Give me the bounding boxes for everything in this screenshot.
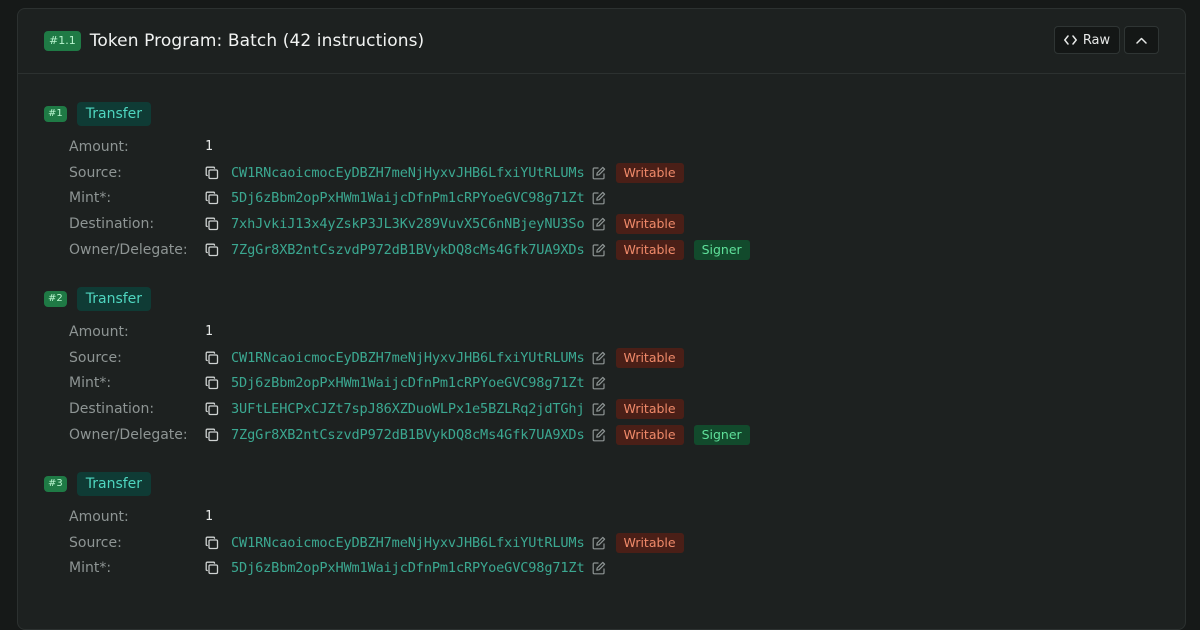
copy-icon[interactable]	[205, 191, 219, 205]
source-address-link[interactable]: CW1RNcaoicmocEyDBZH7meNjHyxvJHB6LfxiYUtR…	[231, 535, 585, 551]
destination-row: Destination: 7xhJvkiJ13x4yZskP3JL3Kv289Vu…	[44, 211, 1185, 237]
signer-badge: Signer	[693, 240, 750, 261]
copy-icon[interactable]	[205, 402, 219, 416]
writable-badge: Writable	[615, 162, 684, 183]
destination-address-link[interactable]: 7xhJvkiJ13x4yZskP3JL3Kv289VuvX5C6nNBjeyN…	[231, 216, 585, 232]
mint-label: Mint*:	[69, 190, 112, 207]
instruction-header: #1 Transfer	[44, 102, 1185, 126]
instruction-number-badge: #2	[44, 290, 67, 307]
instruction-header: #3 Transfer	[44, 471, 1185, 496]
instruction-list: #1 Transfer Amount: 1 Source: CW1RNcaoicmocEy…	[18, 74, 1185, 581]
owner-row: Owner/Delegate: 7ZgGr8XB2ntCszvdP972dB1BV…	[44, 422, 1185, 448]
instruction-type-badge: Transfer	[76, 471, 152, 496]
edit-icon[interactable]	[592, 536, 606, 550]
edit-icon[interactable]	[592, 243, 606, 257]
source-label: Source:	[69, 164, 122, 181]
amount-row: Amount: 1	[44, 319, 1185, 345]
header-actions: Raw	[1054, 26, 1159, 54]
raw-button-label: Raw	[1082, 32, 1111, 48]
copy-icon[interactable]	[205, 376, 219, 390]
amount-label: Amount:	[69, 323, 129, 340]
mint-row: Mint*: 5Dj6zBbm2opPxHWm1WaijcDfnPm1cRPYoe…	[44, 556, 1185, 582]
instruction-number-badge: #3	[44, 475, 67, 492]
instruction-block: #1 Transfer Amount: 1 Source: CW1RNcaoicmocEy…	[44, 102, 1185, 263]
amount-value: 1	[205, 324, 213, 340]
instruction-type-badge: Transfer	[76, 286, 152, 311]
copy-icon[interactable]	[205, 217, 219, 231]
chevron-up-icon	[1136, 37, 1147, 44]
mint-row: Mint*: 5Dj6zBbm2opPxHWm1WaijcDfnPm1cRPYoe…	[44, 371, 1185, 397]
edit-icon[interactable]	[592, 561, 606, 575]
copy-icon[interactable]	[205, 561, 219, 575]
copy-icon[interactable]	[205, 428, 219, 442]
edit-icon[interactable]	[592, 376, 606, 390]
writable-badge: Writable	[615, 347, 684, 368]
destination-label: Destination:	[69, 216, 155, 233]
destination-address-link[interactable]: 3UFtLEHCPxCJZt7spJ86XZDuoWLPx1e5BZLRq2jd…	[231, 401, 585, 417]
mint-label: Mint*:	[69, 375, 112, 392]
instruction-header: #2 Transfer	[44, 286, 1185, 311]
signer-badge: Signer	[693, 425, 750, 446]
writable-badge: Writable	[615, 214, 684, 235]
instruction-card: #1.1 Token Program: Batch (42 instructio…	[17, 8, 1186, 630]
mint-address-link[interactable]: 5Dj6zBbm2opPxHWm1WaijcDfnPm1cRPYoeGVC98g…	[231, 375, 585, 391]
source-address-link[interactable]: CW1RNcaoicmocEyDBZH7meNjHyxvJHB6LfxiYUtR…	[231, 350, 585, 366]
copy-icon[interactable]	[205, 243, 219, 257]
mint-address-link[interactable]: 5Dj6zBbm2opPxHWm1WaijcDfnPm1cRPYoeGVC98g…	[231, 560, 585, 576]
instruction-block: #2 Transfer Amount: 1 Source: CW1RNcaoicmocEy…	[44, 286, 1185, 448]
edit-icon[interactable]	[592, 217, 606, 231]
mint-row: Mint*: 5Dj6zBbm2opPxHWm1WaijcDfnPm1cRPYoe…	[44, 186, 1185, 212]
card-header: #1.1 Token Program: Batch (42 instructio…	[18, 9, 1185, 74]
instruction-number-badge: #1	[44, 106, 67, 122]
copy-icon[interactable]	[205, 166, 219, 180]
amount-row: Amount: 1	[44, 504, 1185, 530]
source-label: Source:	[69, 349, 122, 366]
edit-icon[interactable]	[592, 428, 606, 442]
amount-value: 1	[205, 139, 213, 155]
source-address-link[interactable]: CW1RNcaoicmocEyDBZH7meNjHyxvJHB6LfxiYUtR…	[231, 165, 585, 181]
owner-address-link[interactable]: 7ZgGr8XB2ntCszvdP972dB1BVykDQ8cMs4Gfk7UA…	[231, 427, 585, 443]
amount-label: Amount:	[69, 508, 129, 525]
amount-label: Amount:	[69, 138, 129, 155]
instruction-type-badge: Transfer	[76, 102, 152, 126]
collapse-button[interactable]	[1124, 26, 1159, 54]
amount-value: 1	[205, 509, 213, 525]
mint-address-link[interactable]: 5Dj6zBbm2opPxHWm1WaijcDfnPm1cRPYoeGVC98g…	[231, 190, 585, 206]
edit-icon[interactable]	[592, 191, 606, 205]
copy-icon[interactable]	[205, 536, 219, 550]
amount-row: Amount: 1	[44, 134, 1185, 160]
instruction-index-badge: #1.1	[44, 31, 81, 51]
owner-label: Owner/Delegate:	[69, 242, 188, 259]
raw-button[interactable]: Raw	[1054, 26, 1120, 54]
owner-row: Owner/Delegate: 7ZgGr8XB2ntCszvdP972dB1BV…	[44, 237, 1185, 263]
destination-row: Destination: 3UFtLEHCPxCJZt7spJ86XZDuoWLP…	[44, 396, 1185, 422]
writable-badge: Writable	[615, 532, 684, 553]
source-row: Source: CW1RNcaoicmocEyDBZH7meNjHyxvJHB6L…	[44, 530, 1185, 556]
mint-label: Mint*:	[69, 560, 112, 577]
source-row: Source: CW1RNcaoicmocEyDBZH7meNjHyxvJHB6L…	[44, 345, 1185, 371]
destination-label: Destination:	[69, 401, 155, 418]
code-icon	[1063, 35, 1077, 45]
copy-icon[interactable]	[205, 351, 219, 365]
edit-icon[interactable]	[592, 351, 606, 365]
card-title: Token Program: Batch (42 instructions)	[89, 31, 425, 51]
writable-badge: Writable	[615, 240, 684, 261]
writable-badge: Writable	[615, 425, 684, 446]
source-row: Source: CW1RNcaoicmocEyDBZH7meNjHyxvJHB6L…	[44, 160, 1185, 186]
edit-icon[interactable]	[592, 166, 606, 180]
edit-icon[interactable]	[592, 402, 606, 416]
owner-label: Owner/Delegate:	[69, 427, 188, 444]
writable-badge: Writable	[615, 399, 684, 420]
source-label: Source:	[69, 534, 122, 551]
owner-address-link[interactable]: 7ZgGr8XB2ntCszvdP972dB1BVykDQ8cMs4Gfk7UA…	[231, 242, 585, 258]
